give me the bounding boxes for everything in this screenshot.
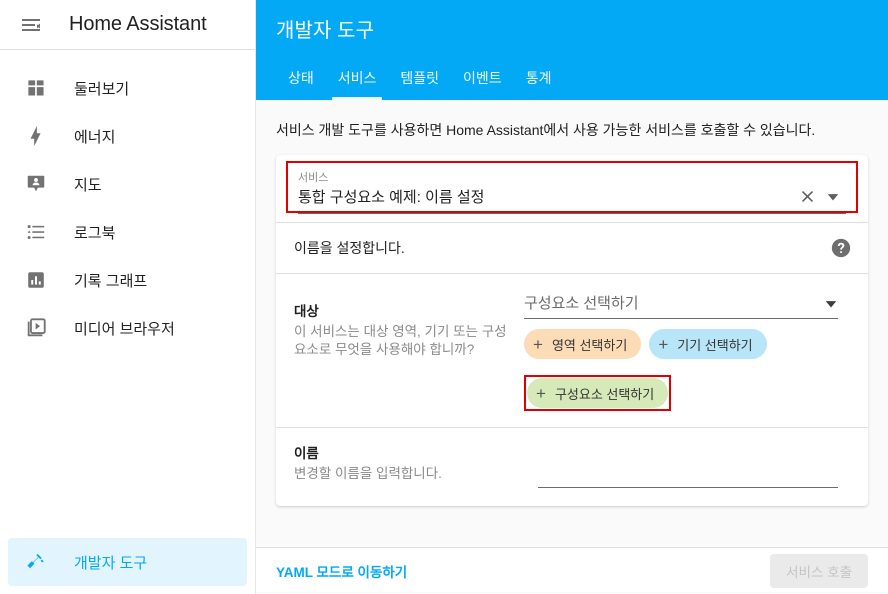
chart-box-icon bbox=[16, 269, 56, 291]
sidebar-item-label: 로그북 bbox=[74, 224, 116, 242]
sidebar-item-label: 미디어 브라우저 bbox=[74, 320, 175, 338]
menu-open-icon[interactable] bbox=[11, 5, 51, 45]
service-picker-highlight: 서비스 통합 구성요소 예제: 이름 설정 bbox=[286, 161, 858, 213]
sidebar-item-developer-tools[interactable]: 개발자 도구 bbox=[8, 538, 247, 586]
target-field-controls: 구성요소 선택하기 + 영역 선택하기 + 기기 선택하기 + 구성요소 선택하… bbox=[524, 290, 852, 411]
chip-slot-device: + 기기 선택하기 bbox=[649, 329, 767, 359]
tab-statistics[interactable]: 통계 bbox=[514, 68, 564, 100]
chip-label: 기기 선택하기 bbox=[677, 337, 753, 353]
sidebar-item-overview[interactable]: 둘러보기 bbox=[8, 64, 247, 112]
sidebar-item-label: 에너지 bbox=[74, 128, 116, 146]
map-marker-account-icon bbox=[16, 173, 56, 195]
target-field-name: 대상 bbox=[294, 304, 319, 319]
service-picker-underline bbox=[298, 213, 846, 214]
sidebar-item-history[interactable]: 기록 그래프 bbox=[8, 256, 247, 304]
app-toolbar: 개발자 도구 상태 서비스 템플릿 이벤트 통계 bbox=[256, 0, 888, 100]
app-title: Home Assistant bbox=[69, 13, 207, 35]
name-input[interactable] bbox=[538, 466, 838, 488]
plus-icon: + bbox=[536, 383, 546, 403]
name-field-row: 이름 변경할 이름을 입력합니다. bbox=[276, 428, 868, 506]
action-footer: YAML 모드로 이동하기 서비스 호출 bbox=[256, 547, 888, 594]
service-call-card: 서비스 통합 구성요소 예제: 이름 설정 이름을 설정합니다. 대상 이 서비… bbox=[276, 155, 868, 506]
name-field-name: 이름 bbox=[294, 446, 319, 461]
view-dashboard-icon bbox=[16, 77, 56, 99]
name-field-control bbox=[524, 442, 852, 488]
service-picker-wrapper: 서비스 통합 구성요소 예제: 이름 설정 bbox=[276, 155, 868, 214]
lightning-bolt-icon bbox=[16, 125, 56, 147]
content-area: 서비스 개발 도구를 사용하면 Home Assistant에서 사용 가능한 … bbox=[256, 100, 888, 547]
service-picker-value[interactable]: 통합 구성요소 예제: 이름 설정 bbox=[298, 186, 794, 207]
sidebar-item-map[interactable]: 지도 bbox=[8, 160, 247, 208]
play-box-multiple-icon bbox=[16, 317, 56, 339]
entity-picker-inner[interactable]: 구성요소 선택하기 bbox=[524, 292, 838, 319]
service-picker-row[interactable]: 통합 구성요소 예제: 이름 설정 bbox=[298, 186, 846, 207]
tab-states[interactable]: 상태 bbox=[276, 68, 326, 100]
sidebar-footer: 개발자 도구 bbox=[0, 538, 255, 594]
sidebar-header: Home Assistant bbox=[0, 0, 255, 50]
service-description-row: 이름을 설정합니다. bbox=[276, 223, 868, 273]
sidebar-item-media-browser[interactable]: 미디어 브라우저 bbox=[8, 304, 247, 352]
go-to-yaml-mode-link[interactable]: YAML 모드로 이동하기 bbox=[276, 561, 770, 581]
call-service-button[interactable]: 서비스 호출 bbox=[770, 554, 868, 588]
sidebar-item-energy[interactable]: 에너지 bbox=[8, 112, 247, 160]
entity-picker[interactable]: 구성요소 선택하기 bbox=[524, 292, 852, 319]
tab-services[interactable]: 서비스 bbox=[326, 68, 389, 100]
chevron-down-icon[interactable] bbox=[820, 190, 846, 204]
sidebar-item-label: 둘러보기 bbox=[74, 80, 130, 98]
sidebar-item-label: 지도 bbox=[74, 176, 102, 194]
service-description-text: 이름을 설정합니다. bbox=[294, 240, 405, 256]
choose-entity-chip[interactable]: + 구성요소 선택하기 bbox=[527, 378, 669, 408]
entity-picker-placeholder[interactable]: 구성요소 선택하기 bbox=[524, 292, 824, 313]
target-field-row: 대상 이 서비스는 대상 영역, 기기 또는 구성요소로 무엇을 사용해야 합니… bbox=[276, 274, 868, 427]
choose-device-chip[interactable]: + 기기 선택하기 bbox=[649, 329, 767, 359]
name-field-description: 변경할 이름을 입력합니다. bbox=[294, 466, 442, 481]
target-chips: + 영역 선택하기 + 기기 선택하기 + 구성요소 선택하기 bbox=[524, 329, 852, 411]
name-field-labels: 이름 변경할 이름을 입력합니다. bbox=[294, 442, 524, 488]
close-icon[interactable] bbox=[794, 187, 820, 206]
sidebar-item-label: 기록 그래프 bbox=[74, 272, 148, 290]
menu-open-glyph bbox=[22, 18, 40, 31]
format-list-bulleted-icon bbox=[16, 221, 56, 243]
chevron-down-icon[interactable] bbox=[824, 297, 838, 313]
intro-text: 서비스 개발 도구를 사용하면 Home Assistant에서 사용 가능한 … bbox=[276, 122, 816, 138]
help-circle-icon[interactable] bbox=[830, 237, 854, 259]
sidebar-item-logbook[interactable]: 로그북 bbox=[8, 208, 247, 256]
tab-template[interactable]: 템플릿 bbox=[388, 68, 451, 100]
chip-label: 구성요소 선택하기 bbox=[554, 386, 655, 402]
choose-area-chip[interactable]: + 영역 선택하기 bbox=[524, 329, 642, 359]
tab-events[interactable]: 이벤트 bbox=[451, 68, 514, 100]
service-picker-label: 서비스 bbox=[298, 172, 329, 184]
sidebar: Home Assistant 둘러보기 에너지 지도 로그북 기록 그래프 미디… bbox=[0, 0, 256, 594]
chip-slot-area: + 영역 선택하기 bbox=[524, 329, 642, 359]
main-panel: 개발자 도구 상태 서비스 템플릿 이벤트 통계 서비스 개발 도구를 사용하면… bbox=[256, 0, 888, 594]
page-title: 개발자 도구 bbox=[276, 20, 375, 42]
plus-icon: + bbox=[533, 334, 543, 354]
sidebar-item-label: 개발자 도구 bbox=[74, 554, 148, 572]
choose-entity-chip-highlight: + 구성요소 선택하기 bbox=[524, 375, 672, 411]
plus-icon: + bbox=[658, 334, 669, 354]
app-root: Home Assistant 둘러보기 에너지 지도 로그북 기록 그래프 미디… bbox=[0, 0, 888, 594]
target-field-description: 이 서비스는 대상 영역, 기기 또는 구성요소로 무엇을 사용해야 합니까? bbox=[294, 324, 507, 358]
sidebar-nav: 둘러보기 에너지 지도 로그북 기록 그래프 미디어 브라우저 bbox=[0, 50, 255, 538]
target-field-labels: 대상 이 서비스는 대상 영역, 기기 또는 구성요소로 무엇을 사용해야 합니… bbox=[294, 290, 524, 411]
hammer-wrench-icon bbox=[16, 551, 56, 573]
tab-bar: 상태 서비스 템플릿 이벤트 통계 bbox=[256, 56, 563, 100]
chip-label: 영역 선택하기 bbox=[551, 337, 628, 353]
